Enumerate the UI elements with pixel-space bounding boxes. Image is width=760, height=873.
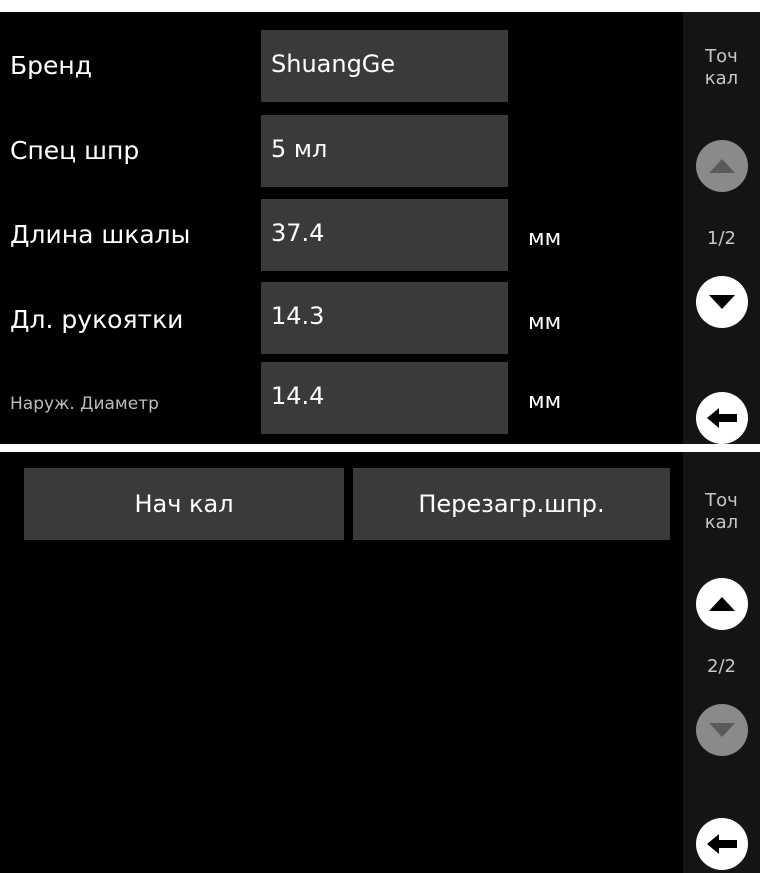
syringe-spec-field[interactable]: 5 мл	[261, 115, 508, 187]
back-arrow-icon	[707, 408, 737, 428]
brand-field[interactable]: ShuangGe	[261, 30, 508, 102]
outer-diameter-unit: мм	[528, 389, 562, 414]
page-indicator: 1/2	[707, 228, 736, 249]
sidebar-title-line1: Точ	[705, 46, 738, 67]
sidebar-title-line2: кал	[704, 68, 739, 89]
back-button[interactable]	[696, 392, 748, 444]
scale-length-field[interactable]: 37.4	[261, 199, 508, 271]
sidebar: Точ кал 2/2	[683, 452, 760, 873]
outer-diameter-field[interactable]: 14.4	[261, 362, 508, 434]
back-arrow-icon	[707, 834, 737, 854]
handle-length-field[interactable]: 14.3	[261, 282, 508, 354]
page-up-button[interactable]	[696, 578, 748, 630]
sidebar-title: Точ кал	[683, 490, 760, 534]
syringe-spec-label: Спец шпр	[10, 136, 140, 165]
outer-diameter-label: Наруж. Диаметр	[10, 394, 159, 414]
scale-length-unit: мм	[528, 226, 562, 251]
sidebar-title-line2: кал	[704, 512, 739, 533]
page-down-button[interactable]	[696, 704, 748, 756]
page-down-button[interactable]	[696, 276, 748, 328]
handle-length-unit: мм	[528, 310, 562, 335]
up-arrow-icon	[709, 159, 735, 173]
back-button[interactable]	[696, 818, 748, 870]
page-indicator: 2/2	[707, 656, 736, 677]
down-arrow-icon	[709, 723, 735, 737]
sidebar-title: Точ кал	[683, 46, 760, 90]
up-arrow-icon	[709, 597, 735, 611]
sidebar-title-line1: Точ	[705, 490, 738, 511]
calibration-screen-page-1: Бренд ShuangGe Спец шпр 5 мл Длина шкалы…	[0, 12, 760, 444]
down-arrow-icon	[709, 295, 735, 309]
reload-syringe-button[interactable]: Перезагр.шпр.	[353, 468, 670, 540]
start-calibration-button[interactable]: Нач кал	[24, 468, 344, 540]
scale-length-label: Длина шкалы	[10, 220, 191, 249]
page-up-button[interactable]	[696, 140, 748, 192]
calibration-screen-page-2: Нач кал Перезагр.шпр. Точ кал 2/2	[0, 452, 760, 873]
calibration-actions-panel: Нач кал Перезагр.шпр.	[0, 452, 683, 873]
handle-length-label: Дл. рукоятки	[10, 305, 184, 334]
syringe-parameters-panel: Бренд ShuangGe Спец шпр 5 мл Длина шкалы…	[0, 12, 683, 444]
brand-label: Бренд	[10, 51, 93, 80]
sidebar: Точ кал 1/2	[683, 12, 760, 444]
